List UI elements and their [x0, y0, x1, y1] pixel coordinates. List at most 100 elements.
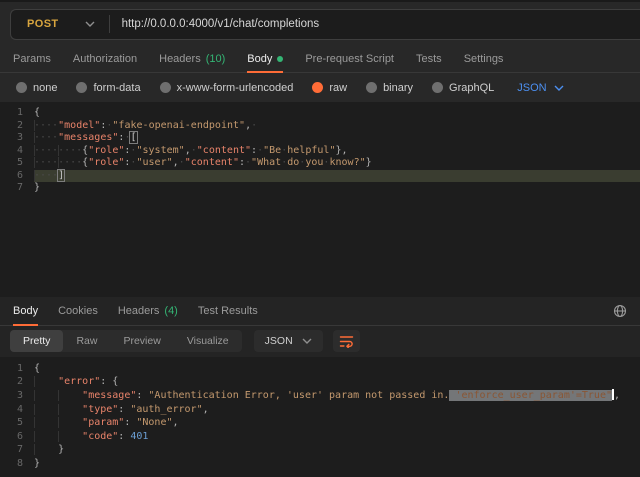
line-number: 2 — [0, 375, 34, 389]
code-line: 4········{"role":·"system",·"content":·"… — [0, 145, 640, 158]
body-mode-none[interactable]: none — [16, 82, 57, 94]
code-line: 5 "param": "None", — [0, 416, 640, 430]
wrap-lines-icon — [339, 334, 354, 348]
response-tab-headers[interactable]: Headers(4) — [118, 297, 178, 325]
view-label: Visualize — [187, 335, 229, 347]
response-body-editor[interactable]: 1{2 "error": {3 "message": "Authenticati… — [0, 357, 640, 477]
mode-label: binary — [383, 82, 413, 94]
code-line: 6 "code": 401 — [0, 430, 640, 444]
code-text: "code": 401 — [34, 430, 640, 444]
line-number: 1 — [0, 362, 34, 376]
mode-label: raw — [329, 82, 347, 94]
tab-headers[interactable]: Headers (10) — [159, 46, 225, 72]
tab-params[interactable]: Params — [13, 46, 51, 72]
view-label: Preview — [123, 335, 160, 347]
response-view-switch: Pretty Raw Preview Visualize — [10, 330, 242, 352]
response-tab-test-results[interactable]: Test Results — [198, 297, 258, 325]
view-label: Raw — [76, 335, 97, 347]
code-text: "error": { — [34, 375, 640, 389]
view-pretty-button[interactable]: Pretty — [10, 330, 63, 352]
code-line: 1{ — [0, 107, 640, 120]
tab-body[interactable]: Body — [247, 46, 283, 72]
line-number: 6 — [0, 170, 34, 183]
mode-label: x-www-form-urlencoded — [177, 82, 294, 94]
chevron-down-icon — [302, 338, 312, 344]
response-tab-cookies[interactable]: Cookies — [58, 297, 98, 325]
tab-authorization[interactable]: Authorization — [73, 46, 137, 72]
code-text: { — [34, 107, 640, 120]
line-number: 8 — [0, 457, 34, 471]
code-line: 2 "error": { — [0, 375, 640, 389]
view-visualize-button[interactable]: Visualize — [174, 330, 242, 352]
code-line: 4 "type": "auth_error", — [0, 403, 640, 417]
code-line: 3 "message": "Authentication Error, 'use… — [0, 389, 640, 403]
body-mode-row: none form-data x-www-form-urlencoded raw… — [0, 73, 640, 102]
body-mode-binary[interactable]: binary — [366, 82, 413, 94]
tab-label: Settings — [464, 53, 504, 65]
tab-label: Headers — [159, 53, 201, 65]
line-number: 1 — [0, 107, 34, 120]
wrap-lines-button[interactable] — [333, 330, 360, 352]
mode-label: form-data — [93, 82, 140, 94]
headers-count-badge: (10) — [206, 53, 226, 65]
request-language-select[interactable]: JSON — [517, 82, 563, 94]
line-number: 3 — [0, 132, 34, 145]
body-mode-graphql[interactable]: GraphQL — [432, 82, 494, 94]
code-text: "message": "Authentication Error, 'user'… — [34, 389, 640, 403]
code-text: ····"model":·"fake-openai-endpoint",· — [34, 120, 640, 133]
response-tabs: Body Cookies Headers(4) Test Results — [0, 297, 640, 326]
response-tab-body[interactable]: Body — [13, 297, 38, 325]
request-body-editor[interactable]: 1{2····"model":·"fake-openai-endpoint",·… — [0, 102, 640, 297]
code-text: } — [34, 443, 640, 457]
method-label: POST — [27, 18, 59, 30]
language-label: JSON — [517, 82, 546, 94]
request-panel: POST http://0.0.0.0:4000/v1/chat/complet… — [0, 0, 640, 102]
code-text: "param": "None", — [34, 416, 640, 430]
method-select[interactable]: POST — [11, 18, 109, 30]
code-text: { — [34, 362, 640, 376]
code-line: 6····] — [0, 170, 640, 183]
url-input[interactable]: http://0.0.0.0:4000/v1/chat/completions — [110, 18, 640, 30]
mode-label: GraphQL — [449, 82, 494, 94]
code-text: ····] — [34, 170, 640, 183]
line-number: 6 — [0, 430, 34, 444]
response-panel: Body Cookies Headers(4) Test Results Pre… — [0, 297, 640, 357]
tab-label: Headers — [118, 305, 160, 317]
code-text: } — [34, 457, 640, 471]
code-text: ········{"role":·"system",·"content":·"B… — [34, 145, 640, 158]
view-raw-button[interactable]: Raw — [63, 330, 110, 352]
response-language-select[interactable]: JSON — [254, 330, 323, 352]
response-meta — [613, 304, 627, 318]
body-mode-form-data[interactable]: form-data — [76, 82, 140, 94]
tab-label: Authorization — [73, 53, 137, 65]
code-line: 8} — [0, 457, 640, 471]
code-text: ····"messages":·[ — [34, 132, 640, 145]
radio-icon — [16, 82, 27, 93]
tab-pre-request-script[interactable]: Pre-request Script — [305, 46, 394, 72]
url-row: POST http://0.0.0.0:4000/v1/chat/complet… — [0, 2, 640, 46]
line-number: 7 — [0, 182, 34, 195]
tab-label: Test Results — [198, 305, 258, 317]
globe-icon[interactable] — [613, 304, 627, 318]
radio-selected-icon — [312, 82, 323, 93]
language-label: JSON — [265, 335, 293, 347]
tab-label: Body — [13, 305, 38, 317]
code-line: 7} — [0, 182, 640, 195]
body-mode-raw[interactable]: raw — [312, 82, 347, 94]
tab-label: Pre-request Script — [305, 53, 394, 65]
body-mode-x-www-form-urlencoded[interactable]: x-www-form-urlencoded — [160, 82, 294, 94]
code-line: 3····"messages":·[ — [0, 132, 640, 145]
chevron-down-icon — [554, 85, 564, 91]
radio-icon — [160, 82, 171, 93]
tab-tests[interactable]: Tests — [416, 46, 442, 72]
tab-settings[interactable]: Settings — [464, 46, 504, 72]
response-toolbar: Pretty Raw Preview Visualize JSON — [0, 326, 640, 357]
body-modified-dot-icon — [277, 56, 283, 62]
mode-label: none — [33, 82, 57, 94]
tab-label: Cookies — [58, 305, 98, 317]
line-number: 4 — [0, 403, 34, 417]
line-number: 2 — [0, 120, 34, 133]
postman-window: POST http://0.0.0.0:4000/v1/chat/complet… — [0, 0, 640, 477]
radio-icon — [366, 82, 377, 93]
view-preview-button[interactable]: Preview — [110, 330, 173, 352]
